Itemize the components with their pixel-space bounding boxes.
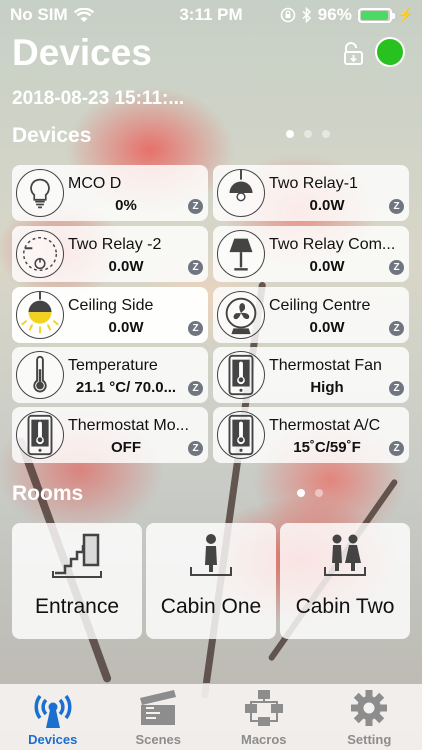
device-value: 21.1 °C/ 70.0...: [75, 379, 177, 396]
device-value: 0.0W: [309, 319, 345, 336]
clapperboard-icon: [140, 690, 177, 725]
devices-section-title: Devices: [12, 124, 92, 147]
couple-icon: [324, 534, 366, 576]
room-card-cabin-two[interactable]: Cabin Two: [280, 523, 410, 639]
page-dot[interactable]: [304, 130, 312, 138]
antenna-icon: [34, 694, 72, 728]
light-bulb-off-icon: [16, 169, 64, 217]
page-title: Devices: [12, 32, 152, 73]
stairs-door-icon: [52, 533, 102, 578]
zwave-badge-icon: Z: [188, 321, 203, 336]
device-card[interactable]: Two Relay -2 0.0W Z: [12, 226, 208, 282]
device-name: Ceiling Centre: [269, 297, 371, 314]
device-card[interactable]: Thermostat Fan High Z: [213, 347, 409, 403]
page-dot[interactable]: [315, 489, 323, 497]
device-value: 0.0W: [309, 258, 345, 275]
gear-icon: [351, 690, 388, 726]
flowchart-icon: [244, 690, 283, 726]
orientation-lock-icon: [280, 7, 296, 23]
tab-label: Scenes: [135, 732, 182, 747]
device-card[interactable]: Thermostat A/C 15˚C/59˚F Z: [213, 407, 409, 463]
device-card[interactable]: Ceiling Side 0.0W Z: [12, 287, 208, 343]
zwave-badge-icon: Z: [188, 260, 203, 275]
device-name: MCO D: [68, 175, 122, 192]
thermostat-phone-icon: [16, 411, 64, 459]
tab-label: Devices: [28, 732, 78, 747]
device-value: 15˚C/59˚F: [293, 439, 361, 456]
zwave-badge-icon: Z: [389, 381, 404, 396]
device-name: Two Relay Com...: [269, 236, 396, 253]
room-name: Cabin One: [160, 595, 262, 618]
battery-percent: 96%: [317, 5, 352, 24]
zwave-badge-icon: Z: [188, 441, 203, 456]
thermostat-phone-icon: [217, 411, 265, 459]
tab-scenes[interactable]: Scenes: [106, 684, 212, 750]
ceiling-light-on-icon: [16, 291, 64, 339]
device-card[interactable]: Temperature 21.1 °C/ 70.0... Z: [12, 347, 208, 403]
thermometer-icon: [16, 351, 64, 399]
tab-label: Macros: [240, 732, 287, 747]
ceiling-light-icon: [217, 169, 265, 217]
thermostat-phone-icon: [217, 351, 265, 399]
device-value: OFF: [111, 439, 141, 456]
page-dot[interactable]: [322, 130, 330, 138]
rooms-section-title: Rooms: [12, 482, 84, 505]
device-name: Thermostat A/C: [269, 417, 381, 434]
device-card[interactable]: Two Relay-1 0.0W Z: [213, 165, 409, 221]
person-icon: [190, 534, 232, 576]
zwave-badge-icon: Z: [389, 260, 404, 275]
charging-icon: ⚡: [397, 7, 414, 22]
device-value: 0.0W: [309, 197, 345, 214]
zwave-badge-icon: Z: [188, 199, 203, 214]
device-value: 0.0W: [108, 258, 144, 275]
datetime-label: 2018-08-23 15:11:...: [12, 88, 185, 109]
connection-status-indicator[interactable]: [375, 37, 405, 67]
zwave-badge-icon: Z: [389, 199, 404, 214]
tab-bar: Devices Scenes Macros Setting: [0, 683, 422, 750]
device-name: Temperature: [68, 357, 158, 374]
table-lamp-icon: [217, 230, 265, 278]
tab-devices[interactable]: Devices: [0, 684, 106, 750]
device-value: High: [310, 379, 344, 396]
fan-icon: [217, 291, 265, 339]
device-name: Two Relay-1: [269, 175, 358, 192]
device-value: 0%: [115, 197, 137, 214]
room-name: Cabin Two: [295, 595, 395, 618]
zwave-badge-icon: Z: [389, 321, 404, 336]
device-value: 0.0W: [108, 319, 144, 336]
tab-macros[interactable]: Macros: [211, 684, 317, 750]
rooms-page-indicator[interactable]: [297, 489, 323, 497]
device-card[interactable]: Thermostat Mo... OFF Z: [12, 407, 208, 463]
devices-page-indicator[interactable]: [286, 130, 330, 138]
device-name: Thermostat Mo...: [68, 417, 189, 434]
dimmer-switch-icon: [16, 230, 64, 278]
zwave-badge-icon: Z: [389, 441, 404, 456]
device-name: Thermostat Fan: [269, 357, 382, 374]
device-name: Two Relay -2: [68, 236, 162, 253]
device-card[interactable]: MCO D 0% Z: [12, 165, 208, 221]
status-bar: No SIM 3:11 PM 96% ⚡: [0, 0, 422, 30]
tab-setting[interactable]: Setting: [317, 684, 422, 750]
unlock-icon[interactable]: [341, 42, 367, 66]
battery-icon: [357, 7, 395, 23]
page-dot[interactable]: [297, 489, 305, 497]
device-card[interactable]: Two Relay Com... 0.0W Z: [213, 226, 409, 282]
tab-label: Setting: [347, 732, 392, 747]
room-name: Entrance: [34, 595, 120, 618]
page-dot[interactable]: [286, 130, 294, 138]
bluetooth-icon: [302, 7, 311, 23]
room-card-cabin-one[interactable]: Cabin One: [146, 523, 276, 639]
room-card-entrance[interactable]: Entrance: [12, 523, 142, 639]
zwave-badge-icon: Z: [188, 381, 203, 396]
device-name: Ceiling Side: [68, 297, 154, 314]
device-card[interactable]: Ceiling Centre 0.0W Z: [213, 287, 409, 343]
